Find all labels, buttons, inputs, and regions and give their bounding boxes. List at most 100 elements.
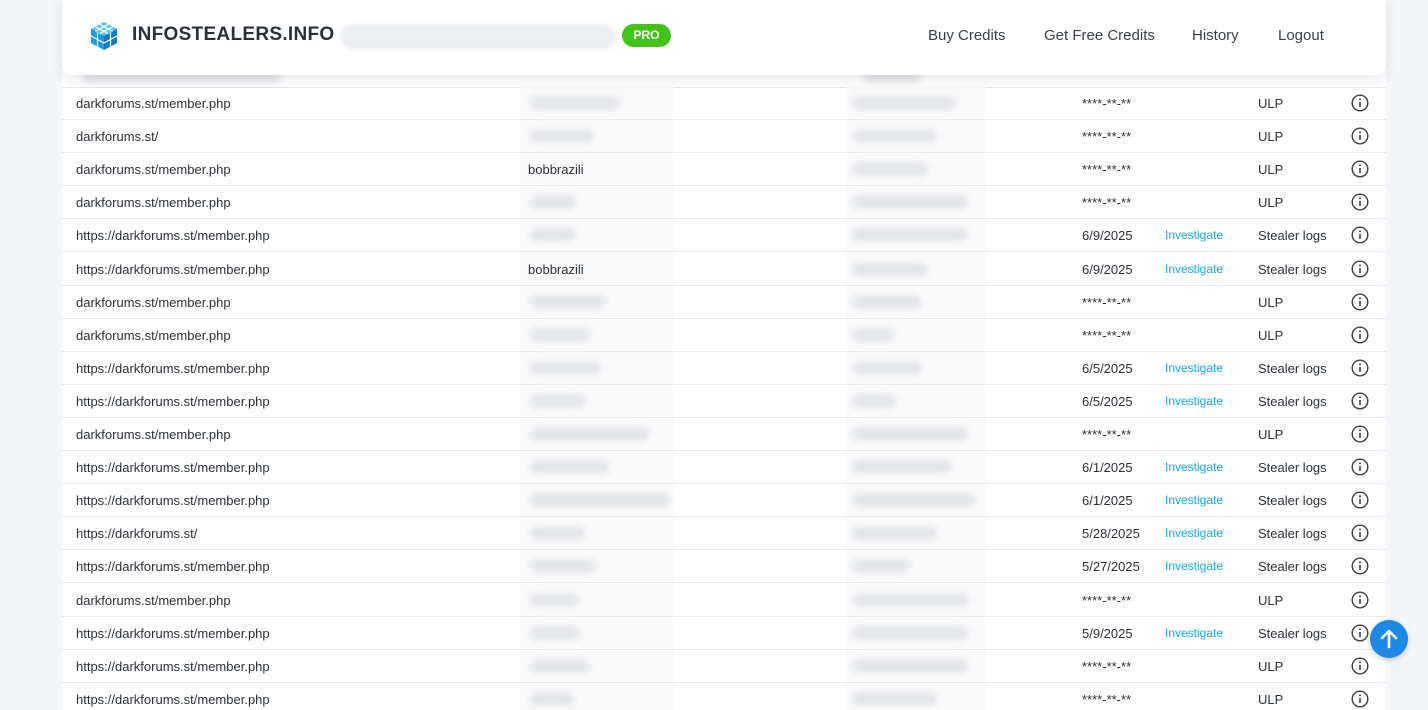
investigate-link[interactable]: Investigate: [1165, 451, 1223, 484]
row-date: ****-**-**: [1082, 162, 1132, 178]
username-blur: [530, 625, 580, 640]
table-row: https://darkforums.st/member.php ****-**-…: [62, 650, 1386, 683]
username-blur: [530, 559, 596, 574]
nav-buy-credits[interactable]: Buy Credits: [928, 27, 1006, 44]
password-blur: [852, 427, 968, 441]
password-blur: [852, 96, 956, 110]
info-circle-icon[interactable]: [1351, 259, 1369, 278]
row-source-type: Stealer logs: [1258, 559, 1327, 575]
username-blur: [530, 460, 610, 475]
investigate-link[interactable]: Investigate: [1165, 385, 1223, 418]
info-circle-icon[interactable]: [1351, 193, 1369, 211]
row-date: 6/1/2025: [1082, 460, 1133, 476]
row-date: ****-**-**: [1082, 592, 1132, 608]
table-row: darkforums.st/member.php ****-**-** ULP: [62, 286, 1386, 319]
investigate-link[interactable]: Investigate: [1165, 617, 1223, 650]
row-url: https://darkforums.st/member.php: [76, 493, 270, 509]
row-url: https://darkforums.st/member.php: [76, 658, 270, 674]
row-source-type: ULP: [1258, 195, 1284, 211]
info-circle-icon[interactable]: [1351, 160, 1369, 178]
password-blur: [852, 393, 896, 408]
username-blur: [530, 691, 574, 706]
pro-badge: PRO: [622, 24, 671, 47]
username-blur: [530, 195, 576, 210]
table-row: https://darkforums.st/member.php 5/9/2025…: [62, 617, 1386, 650]
nav-logout[interactable]: Logout: [1278, 27, 1324, 44]
row-date: 6/5/2025: [1082, 360, 1133, 376]
password-blur: [852, 294, 922, 309]
password-blur: [852, 460, 952, 475]
password-blur: [852, 129, 936, 144]
row-source-type: Stealer logs: [1258, 393, 1327, 409]
row-url: https://darkforums.st/member.php: [76, 261, 270, 277]
row-url: https://darkforums.st/: [76, 526, 198, 542]
info-circle-icon[interactable]: [1351, 94, 1369, 112]
info-circle-icon[interactable]: [1351, 425, 1369, 443]
password-blur: [852, 360, 922, 375]
info-circle-icon[interactable]: [1351, 359, 1369, 377]
row-source-type: Stealer logs: [1258, 261, 1327, 277]
nav-history[interactable]: History: [1192, 27, 1239, 44]
row-url: https://darkforums.st/member.php: [76, 360, 270, 376]
row-url: darkforums.st/: [76, 129, 159, 145]
info-circle-icon[interactable]: [1351, 624, 1369, 642]
row-url: https://darkforums.st/member.php: [76, 559, 270, 575]
row-date: 6/5/2025: [1082, 393, 1133, 409]
password-blur: [852, 228, 968, 243]
info-circle-icon[interactable]: [1351, 326, 1369, 344]
investigate-link[interactable]: Investigate: [1165, 253, 1223, 286]
password-blur: [852, 526, 938, 541]
info-circle-icon[interactable]: [1351, 590, 1369, 609]
info-circle-icon[interactable]: [1351, 657, 1369, 675]
password-blur: [852, 625, 968, 640]
info-circle-icon[interactable]: [1351, 127, 1369, 145]
info-circle-icon[interactable]: [1351, 524, 1369, 542]
row-url: darkforums.st/member.php: [76, 294, 231, 310]
investigate-link[interactable]: Investigate: [1165, 517, 1223, 550]
brand-name[interactable]: INFOSTEALERS.INFO: [132, 24, 335, 46]
row-url: https://darkforums.st/member.php: [76, 625, 270, 641]
row-date: ****-**-**: [1082, 427, 1132, 442]
row-date: ****-**-**: [1082, 691, 1132, 707]
investigate-link[interactable]: Investigate: [1165, 484, 1223, 517]
row-url: https://darkforums.st/member.php: [76, 393, 270, 409]
row-source-type: Stealer logs: [1258, 360, 1327, 376]
row-source-type: Stealer logs: [1258, 625, 1327, 641]
arrow-up-icon: [1380, 629, 1398, 649]
password-blur: [852, 691, 938, 706]
password-blur: [852, 261, 928, 276]
table-row: darkforums.st/member.php ****-**-** ULP: [62, 418, 1386, 451]
row-date: 6/9/2025: [1082, 228, 1133, 244]
row-date: 5/9/2025: [1082, 625, 1133, 641]
table-row: darkforums.st/member.php ****-**-** ULP: [62, 186, 1386, 220]
row-username: bobbrazili: [528, 162, 584, 178]
username-blur: [530, 228, 576, 243]
info-circle-icon[interactable]: [1351, 392, 1369, 410]
row-source-type: ULP: [1258, 294, 1284, 310]
row-source-type: Stealer logs: [1258, 493, 1327, 509]
cube-logo-icon[interactable]: [88, 20, 120, 52]
username-blur: [530, 360, 600, 375]
password-blur: [852, 493, 976, 508]
table-row: https://darkforums.st/member.php 6/5/2025…: [62, 352, 1386, 385]
table-row: https://darkforums.st/member.php ****-**-…: [62, 683, 1386, 710]
row-date: ****-**-**: [1082, 129, 1132, 145]
scroll-to-top-button[interactable]: [1370, 620, 1408, 658]
password-blur: [852, 195, 968, 210]
row-url: darkforums.st/member.php: [76, 162, 231, 178]
nav-get-free-credits[interactable]: Get Free Credits: [1044, 27, 1155, 44]
investigate-link[interactable]: Investigate: [1165, 352, 1223, 385]
investigate-link[interactable]: Investigate: [1165, 550, 1223, 583]
info-circle-icon[interactable]: [1351, 690, 1369, 708]
info-circle-icon[interactable]: [1351, 557, 1369, 575]
info-circle-icon[interactable]: [1351, 458, 1369, 476]
username-blur: [530, 96, 620, 110]
row-source-type: Stealer logs: [1258, 460, 1327, 476]
info-circle-icon[interactable]: [1351, 226, 1369, 244]
account-email-redacted: [340, 25, 616, 49]
investigate-link[interactable]: Investigate: [1165, 219, 1223, 252]
username-blur: [530, 592, 580, 607]
info-circle-icon[interactable]: [1351, 491, 1369, 509]
info-circle-icon[interactable]: [1351, 293, 1369, 311]
table-row: darkforums.st/member.php ****-**-** ULP: [62, 319, 1386, 352]
